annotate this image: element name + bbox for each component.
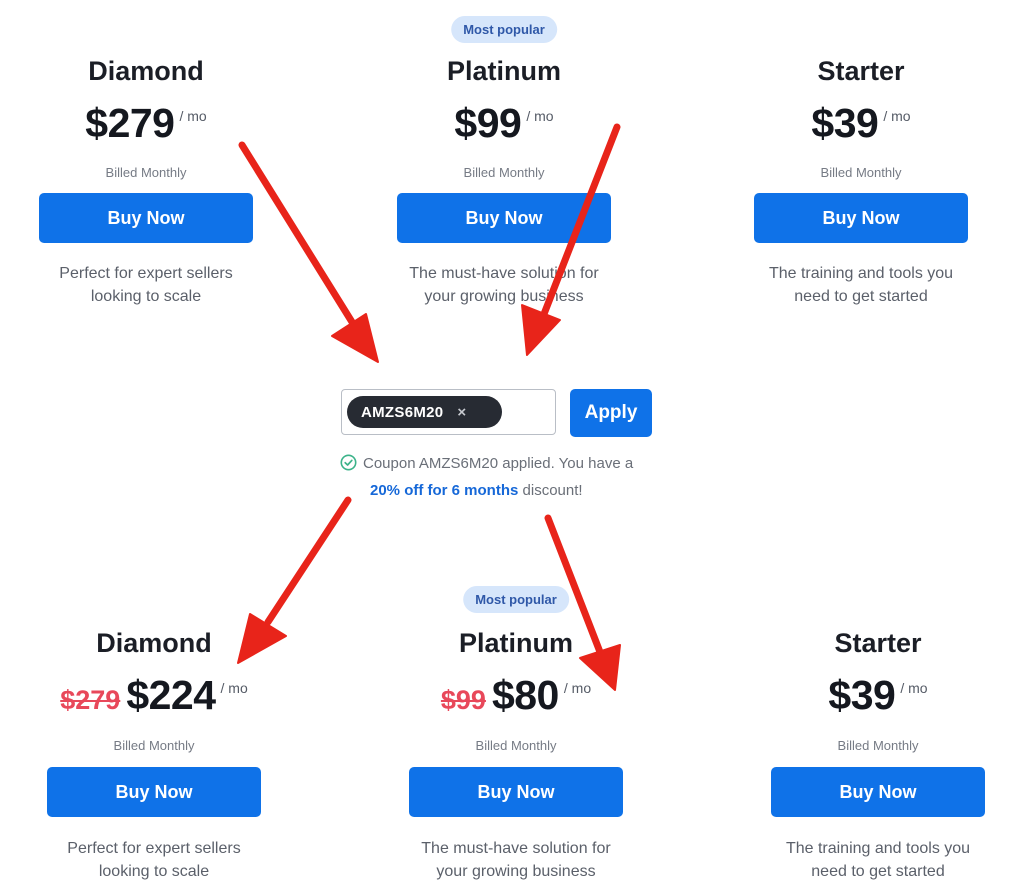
price-period: / mo xyxy=(883,108,911,124)
most-popular-badge: Most popular xyxy=(463,586,569,613)
price-row: $279 $224 / mo xyxy=(24,672,284,719)
plan-description: Perfect for expert sellers looking to sca… xyxy=(67,840,241,880)
buy-now-button[interactable]: Buy Now xyxy=(47,767,261,817)
apply-button[interactable]: Apply xyxy=(570,389,652,437)
coupon-code: AMZS6M20 xyxy=(361,403,444,421)
buy-now-button[interactable]: Buy Now xyxy=(39,193,253,243)
check-circle-icon xyxy=(340,454,357,479)
plan-description: The must-have solution for your growing b… xyxy=(421,840,611,880)
price-period: / mo xyxy=(526,108,554,124)
plan-name: Starter xyxy=(817,56,905,86)
most-popular-badge: Most popular xyxy=(451,16,557,43)
plan-description: The training and tools you need to get st… xyxy=(768,265,954,305)
coupon-success-message: Coupon AMZS6M20 applied. You have a 20% … xyxy=(340,452,720,503)
plan-name: Platinum xyxy=(458,628,573,658)
buy-now-button[interactable]: Buy Now xyxy=(397,193,611,243)
price-row: $99 $80 / mo xyxy=(386,672,646,719)
plan-name: Diamond xyxy=(96,628,212,658)
plan-name: Starter xyxy=(834,628,922,658)
price-period: / mo xyxy=(220,680,248,696)
price: $99 xyxy=(454,100,522,146)
price: $39 xyxy=(828,672,896,718)
price-row: $99 / mo xyxy=(374,100,634,147)
coupon-chip: AMZS6M20 × xyxy=(347,396,502,428)
discounted-price: $80 xyxy=(491,672,559,718)
price-row: $39 / mo xyxy=(748,672,1008,719)
plan-name: Diamond xyxy=(88,56,204,86)
coupon-message-text: Coupon AMZS6M20 applied. You have a xyxy=(363,455,634,472)
coupon-input[interactable]: AMZS6M20 × xyxy=(341,389,556,435)
price-period: / mo xyxy=(900,680,928,696)
billing-note: Billed Monthly xyxy=(105,165,187,180)
discount-highlight: 20% off for 6 months xyxy=(370,482,519,499)
plan-name: Platinum xyxy=(446,56,561,86)
billing-note: Billed Monthly xyxy=(475,738,557,753)
buy-now-button[interactable]: Buy Now xyxy=(754,193,968,243)
price-row: $279 / mo xyxy=(16,100,276,147)
remove-coupon-icon[interactable]: × xyxy=(457,404,466,421)
buy-now-button[interactable]: Buy Now xyxy=(771,767,985,817)
billing-note: Billed Monthly xyxy=(463,165,545,180)
coupon-message-tail: discount! xyxy=(518,482,583,499)
price-row: $39 / mo xyxy=(731,100,991,147)
plan-description: The must-have solution for your growing b… xyxy=(409,265,599,305)
billing-note: Billed Monthly xyxy=(820,165,902,180)
plan-description: The training and tools you need to get st… xyxy=(785,840,971,880)
billing-note: Billed Monthly xyxy=(837,738,919,753)
price: $39 xyxy=(811,100,879,146)
discounted-price: $224 xyxy=(126,672,216,718)
price-period: / mo xyxy=(563,680,592,696)
billing-note: Billed Monthly xyxy=(113,738,195,753)
price-period: / mo xyxy=(179,108,207,124)
plan-description: Perfect for expert sellers looking to sca… xyxy=(59,265,233,305)
original-price: $99 xyxy=(440,685,486,715)
buy-now-button[interactable]: Buy Now xyxy=(409,767,623,817)
price: $279 xyxy=(85,100,175,146)
original-price: $279 xyxy=(60,685,121,715)
